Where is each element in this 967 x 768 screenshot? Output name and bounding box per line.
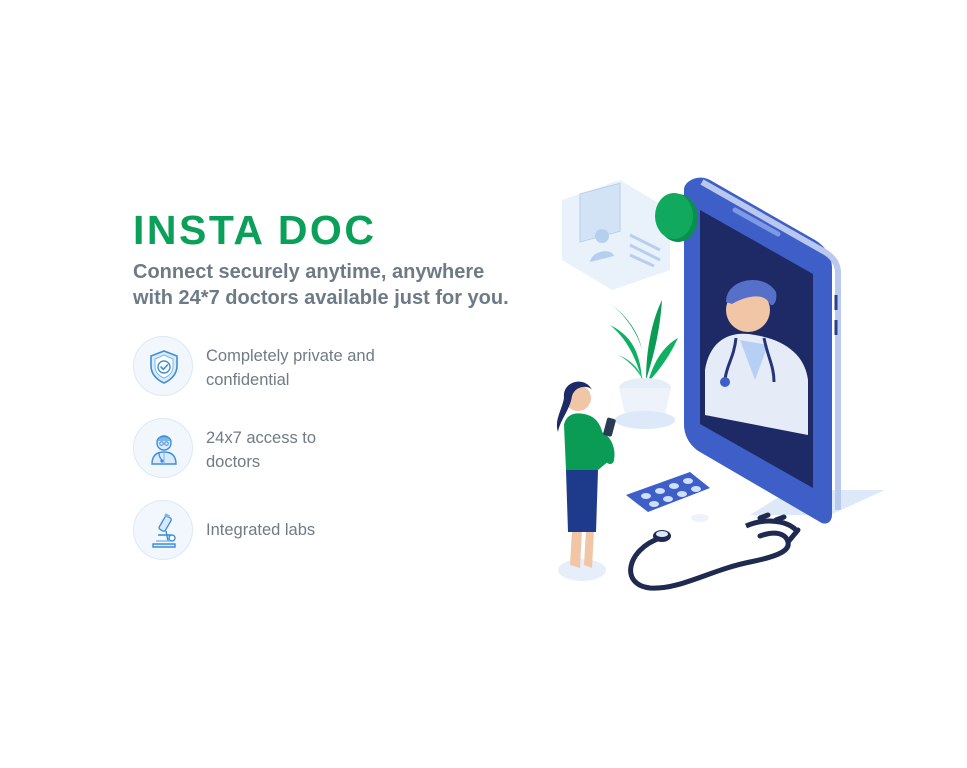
- phone-device: [684, 177, 841, 524]
- feature-item-private: Completely private and confidential: [133, 336, 453, 398]
- telemedicine-illustration: [556, 177, 885, 591]
- feature-list: Completely private and confidential 24x7…: [133, 336, 453, 582]
- page-subtitle: Connect securely anytime, anywhere with …: [133, 261, 509, 309]
- feature-item-labs: Integrated labs: [133, 500, 453, 562]
- shield-check-icon: [133, 336, 193, 396]
- hero-text: INSTA DOC Connect securely anytime, anyw…: [133, 205, 573, 311]
- page-title: INSTA DOC: [133, 207, 377, 253]
- doctor-icon: [133, 418, 193, 478]
- feature-item-doctors: 24x7 access to doctors: [133, 418, 453, 480]
- stethoscope: [628, 512, 801, 591]
- woman-figure: [556, 381, 616, 581]
- feature-label: Completely private and confidential: [206, 347, 375, 389]
- feature-label: 24x7 access to doctors: [206, 429, 317, 471]
- pill-pack: [626, 472, 710, 512]
- profile-card: [562, 180, 670, 290]
- feature-label: Integrated labs: [206, 521, 316, 539]
- plant-pot: [610, 300, 678, 429]
- microscope-icon: [133, 500, 193, 560]
